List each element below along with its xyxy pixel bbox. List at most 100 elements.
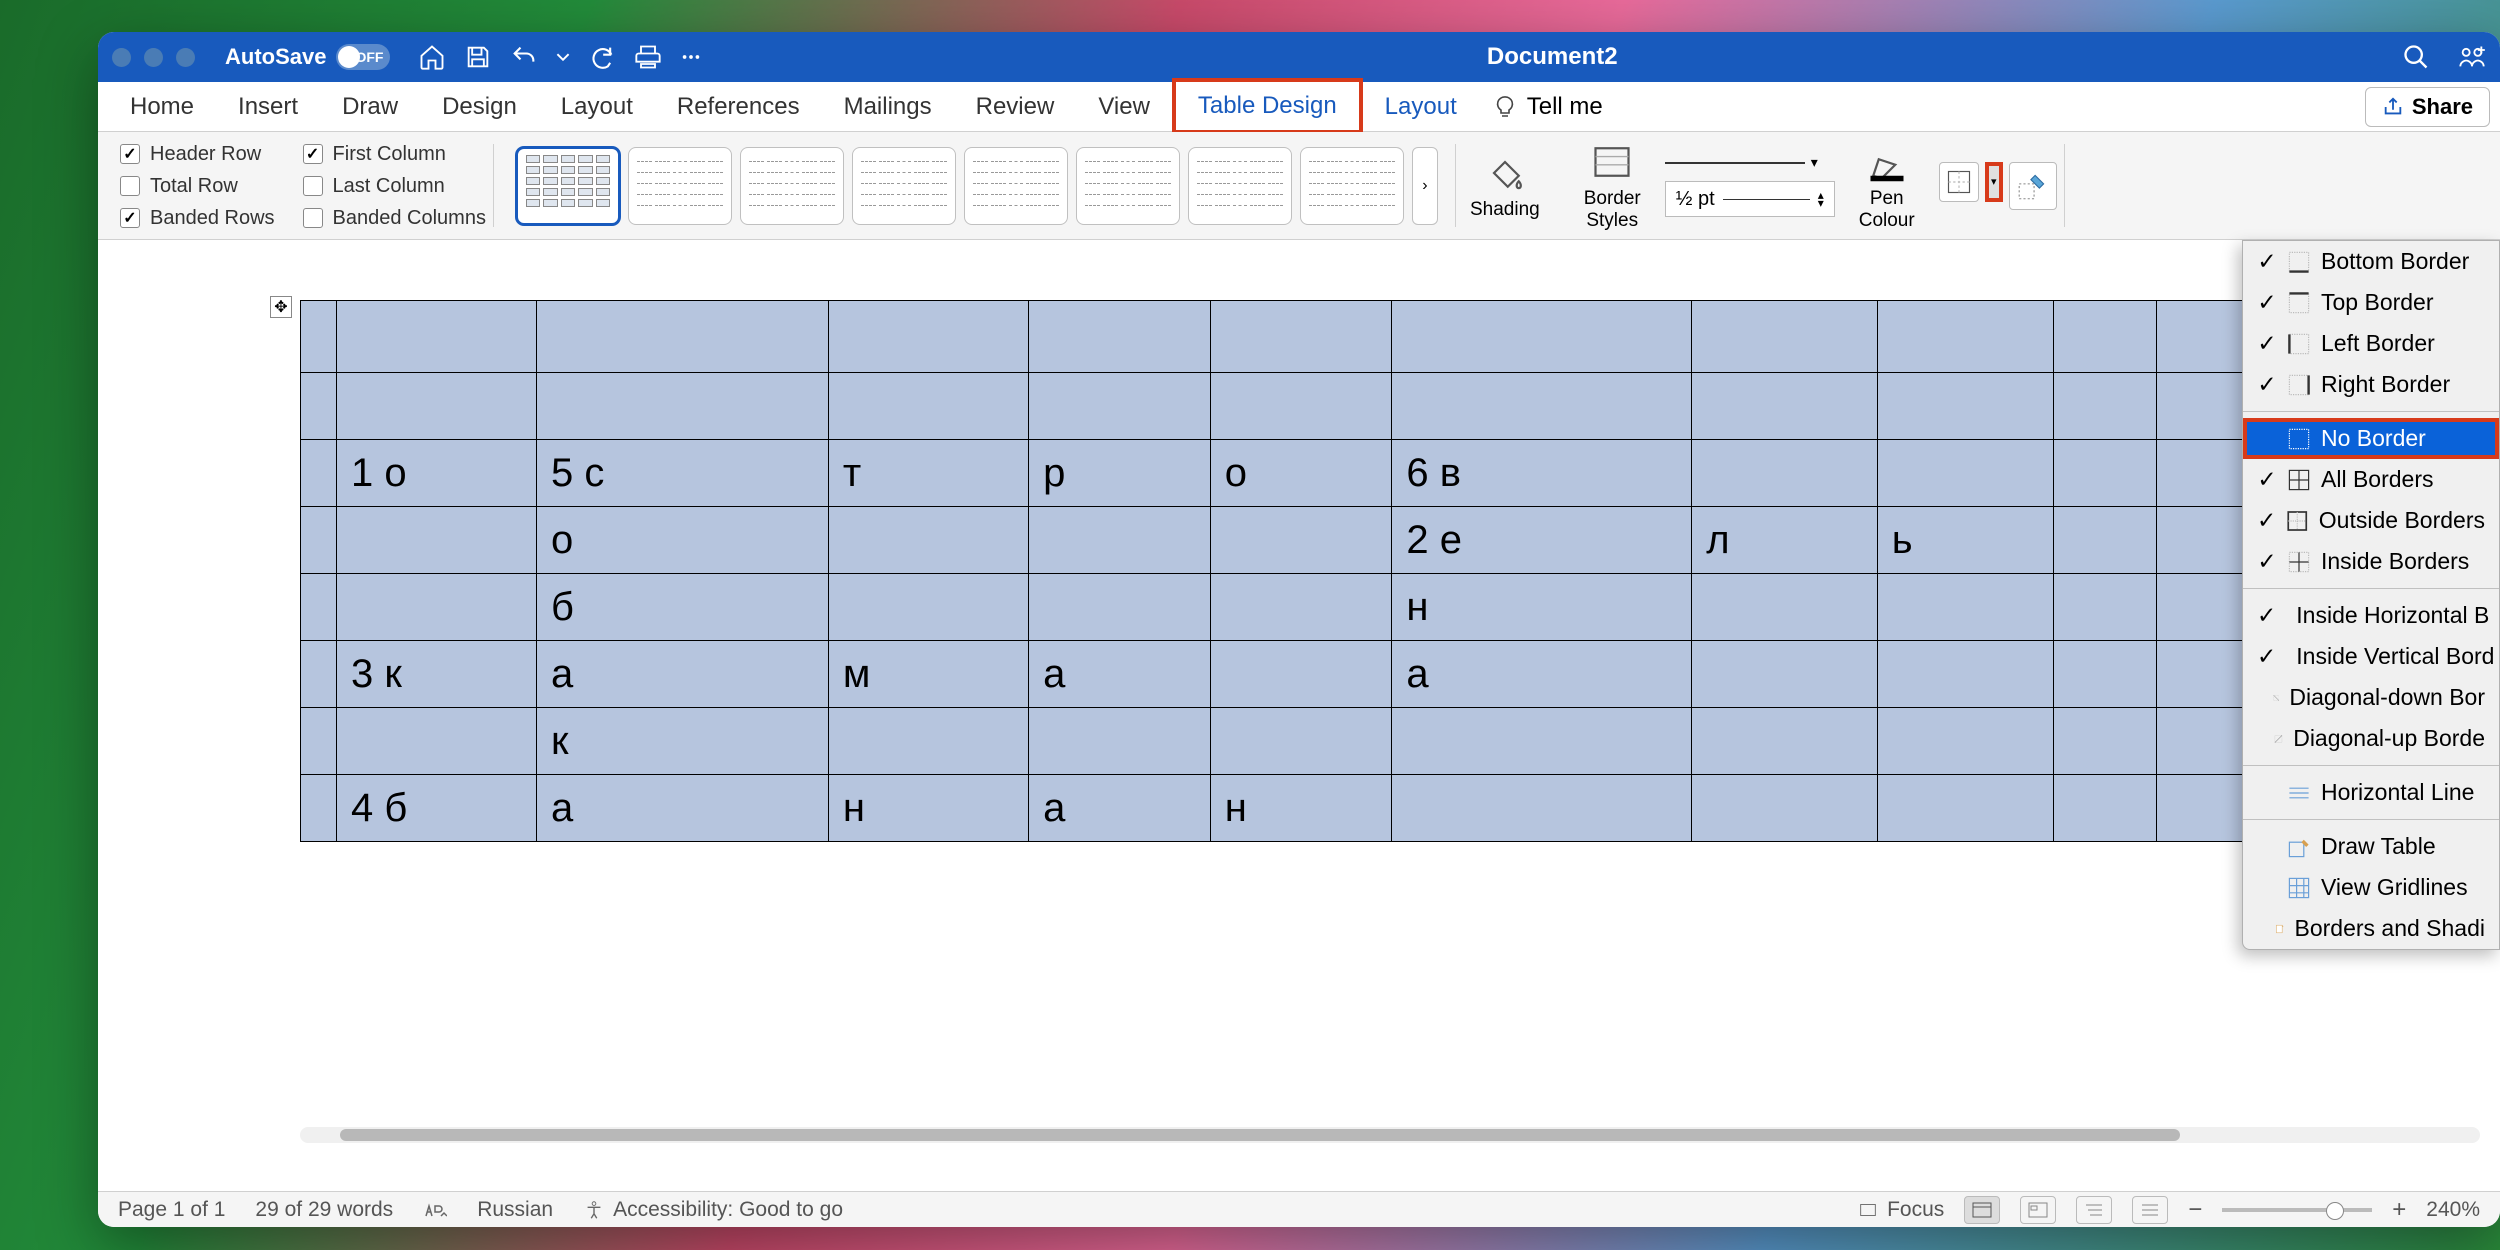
table-cell[interactable] (1692, 301, 1878, 373)
table-cell[interactable] (1877, 708, 2054, 775)
table-cell[interactable] (301, 373, 337, 440)
table-cell[interactable] (2054, 373, 2157, 440)
table-cell[interactable] (1210, 708, 1392, 775)
autosave-toggle[interactable]: AutoSave OFF (225, 44, 390, 70)
menu-no-border[interactable]: No Border (2243, 418, 2499, 459)
table-cell[interactable] (828, 507, 1028, 574)
table-cell[interactable] (1392, 708, 1692, 775)
share-pane-icon[interactable] (2458, 43, 2486, 71)
table-cell[interactable] (828, 301, 1028, 373)
status-words[interactable]: 29 of 29 words (255, 1198, 393, 1222)
table-style-6[interactable] (1076, 147, 1180, 225)
view-print-layout[interactable] (1964, 1196, 2000, 1224)
menu-view-gridlines[interactable]: View Gridlines (2243, 867, 2499, 908)
view-outline[interactable] (2076, 1196, 2112, 1224)
table-cell[interactable] (1210, 641, 1392, 708)
zoom-in[interactable]: + (2392, 1196, 2406, 1224)
table-cell[interactable] (1210, 507, 1392, 574)
zoom-slider[interactable] (2222, 1208, 2372, 1212)
table-cell[interactable] (1692, 708, 1878, 775)
tab-review[interactable]: Review (954, 83, 1077, 131)
border-painter-button[interactable] (2009, 162, 2057, 210)
menu-draw-table[interactable]: Draw Table (2243, 826, 2499, 867)
table-cell[interactable] (301, 708, 337, 775)
opt-banded-columns[interactable]: Banded Columns (303, 202, 486, 234)
menu-inside-vertical[interactable]: ✓Inside Vertical Bord (2243, 636, 2499, 677)
status-language[interactable]: Russian (477, 1198, 553, 1222)
table-cell[interactable]: 2 е (1392, 507, 1692, 574)
menu-right-border[interactable]: ✓Right Border (2243, 364, 2499, 405)
table-cell[interactable] (337, 708, 537, 775)
menu-borders-shading[interactable]: Borders and Shadi (2243, 908, 2499, 949)
tab-mailings[interactable]: Mailings (822, 83, 954, 131)
menu-inside-borders[interactable]: ✓Inside Borders (2243, 541, 2499, 582)
zoom-out[interactable]: − (2188, 1196, 2202, 1224)
tab-design[interactable]: Design (420, 83, 539, 131)
menu-left-border[interactable]: ✓Left Border (2243, 323, 2499, 364)
share-button[interactable]: Share (2365, 87, 2490, 127)
minimize-window[interactable] (144, 48, 163, 67)
home-icon[interactable] (418, 43, 446, 71)
table-style-3[interactable] (740, 147, 844, 225)
line-style-selector[interactable]: ▾ (1665, 154, 1835, 171)
table-cell[interactable]: о (537, 507, 829, 574)
status-accessibility[interactable]: Accessibility: Good to go (583, 1198, 843, 1222)
table-cell[interactable] (1692, 641, 1878, 708)
view-web-layout[interactable] (2020, 1196, 2056, 1224)
table-cell[interactable] (1029, 301, 1211, 373)
tab-view[interactable]: View (1076, 83, 1172, 131)
opt-banded-rows[interactable]: Banded Rows (120, 202, 275, 234)
opt-header-row[interactable]: Header Row (120, 138, 275, 170)
table-cell[interactable]: н (1392, 574, 1692, 641)
table-cell[interactable] (1692, 574, 1878, 641)
borders-button[interactable] (1939, 162, 1979, 202)
table-cell[interactable] (337, 507, 537, 574)
undo-dropdown-icon[interactable] (556, 43, 570, 71)
table-cell[interactable] (2054, 775, 2157, 842)
tab-layout[interactable]: Layout (539, 83, 655, 131)
scrollbar-thumb[interactable] (340, 1129, 2180, 1141)
menu-bottom-border[interactable]: ✓Bottom Border (2243, 241, 2499, 282)
close-window[interactable] (112, 48, 131, 67)
table-cell[interactable] (301, 301, 337, 373)
table-cell[interactable]: б (537, 574, 829, 641)
table-cell[interactable]: а (1392, 641, 1692, 708)
table-cell[interactable] (828, 708, 1028, 775)
table-cell[interactable] (1029, 574, 1211, 641)
table-cell[interactable]: ь (1877, 507, 2054, 574)
table-cell[interactable] (828, 373, 1028, 440)
table-cell[interactable] (301, 440, 337, 507)
table-cell[interactable] (337, 574, 537, 641)
menu-outside-borders[interactable]: ✓Outside Borders (2243, 500, 2499, 541)
table-cell[interactable] (828, 574, 1028, 641)
table-style-4[interactable] (852, 147, 956, 225)
zoom-level[interactable]: 240% (2426, 1198, 2480, 1222)
menu-diagonal-down[interactable]: Diagonal-down Bor (2243, 677, 2499, 718)
table-cell[interactable] (1877, 301, 2054, 373)
table-cell[interactable] (1877, 775, 2054, 842)
table-cell[interactable]: н (828, 775, 1028, 842)
horizontal-scrollbar[interactable] (300, 1127, 2480, 1143)
table-cell[interactable]: н (1210, 775, 1392, 842)
table-cell[interactable] (1210, 301, 1392, 373)
focus-mode[interactable]: Focus (1857, 1198, 1944, 1222)
table-cell[interactable] (1029, 373, 1211, 440)
borders-dropdown[interactable]: ▾ (1985, 162, 2003, 202)
table-cell[interactable] (301, 775, 337, 842)
crossword-table[interactable]: 1 о5 стро6 во2 ельбн3 камаак4 банан (300, 300, 2260, 842)
more-icon[interactable] (680, 43, 702, 71)
status-page[interactable]: Page 1 of 1 (118, 1198, 225, 1222)
table-cell[interactable] (301, 507, 337, 574)
table-cell[interactable] (2054, 574, 2157, 641)
tab-table-layout[interactable]: Layout (1363, 83, 1479, 131)
table-cell[interactable]: а (1029, 641, 1211, 708)
table-cell[interactable]: 3 к (337, 641, 537, 708)
line-weight-selector[interactable]: ½ pt ▴▾ (1665, 181, 1835, 217)
spellcheck-icon[interactable] (423, 1198, 447, 1222)
table-cell[interactable] (1692, 775, 1878, 842)
table-cell[interactable] (2054, 440, 2157, 507)
tab-table-design[interactable]: Table Design (1172, 78, 1363, 134)
menu-inside-horizontal[interactable]: ✓Inside Horizontal B (2243, 595, 2499, 636)
tell-me[interactable]: Tell me (1493, 93, 1603, 121)
table-cell[interactable]: а (537, 641, 829, 708)
